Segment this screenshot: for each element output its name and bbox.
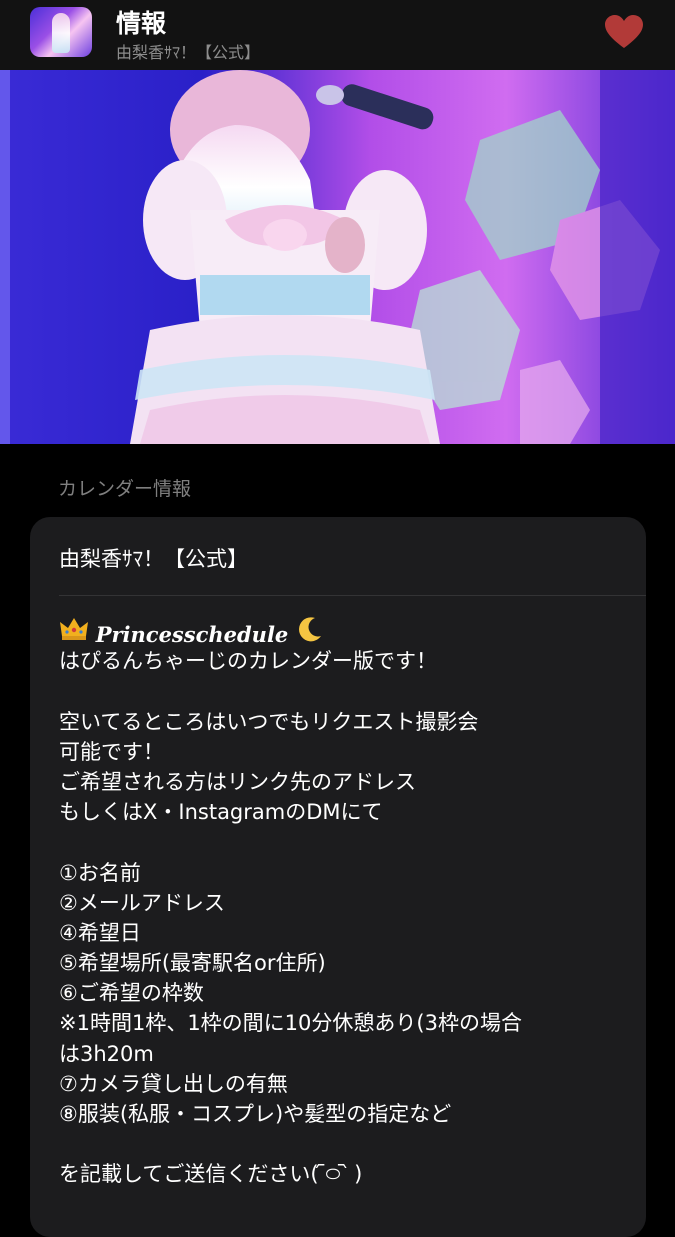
description-line: はぴるんちゃーじのカレンダー版です！ (59, 649, 437, 674)
divider (59, 595, 646, 596)
headline-text: Princesschedule (95, 622, 289, 647)
page-title: 情報 (116, 9, 167, 38)
description-line: ⑥ご希望の枠数 (59, 981, 204, 1006)
calendar-owner-title: 由梨香ｻﾏ！【公式】 (59, 547, 248, 571)
description-line: もしくはX・InstagramのDMにて (59, 800, 383, 825)
top-bar: 情報 由梨香ｻﾏ！【公式】 (0, 0, 675, 70)
description-line: 可能です！ (59, 739, 164, 764)
description-line: ⑤希望場所(最寄駅名or住所) (59, 951, 326, 976)
app-avatar-icon[interactable] (30, 7, 92, 57)
description-line: 空いてるところはいつでもリクエスト撮影会 (59, 709, 479, 734)
description-line: ②メールアドレス (59, 890, 225, 915)
description-line: ④希望日 (59, 920, 141, 945)
heart-icon[interactable] (604, 14, 644, 50)
calendar-description: Princesschedule はぴるんちゃーじのカレンダー版です！ 空いてると… (59, 616, 629, 1190)
description-line (59, 827, 629, 857)
calendar-info-card: 由梨香ｻﾏ！【公式】 Princesschedule はぴるんちゃーじのカレンダ… (30, 517, 646, 1237)
page-subtitle: 由梨香ｻﾏ！【公式】 (116, 43, 261, 62)
description-line: ※1時間1枠、1枠の間に10分休憩あり(3枠の場合 (59, 1011, 522, 1036)
description-line: ①お名前 (59, 860, 141, 885)
stage-photo-illustration (0, 70, 675, 444)
description-line (59, 676, 629, 706)
description-line: は3h20m (59, 1041, 154, 1066)
description-line: ⑦カメラ貸し出しの有無 (59, 1071, 288, 1096)
description-line: ご希望される方はリンク先のアドレス (59, 769, 416, 794)
crown-icon (60, 618, 88, 640)
moon-icon (299, 617, 321, 642)
description-line: を記載してご送信ください‎( ᷇࿀ ᷆ ) (59, 1162, 363, 1187)
avatar-figure (52, 13, 70, 53)
section-label: カレンダー情報 (58, 478, 192, 500)
headline-row: Princesschedule (59, 616, 629, 647)
hero-photo (0, 70, 675, 444)
description-line: ⑧服装(私服・コスプレ)や髪型の指定など (59, 1102, 452, 1126)
description-line (59, 1129, 629, 1159)
